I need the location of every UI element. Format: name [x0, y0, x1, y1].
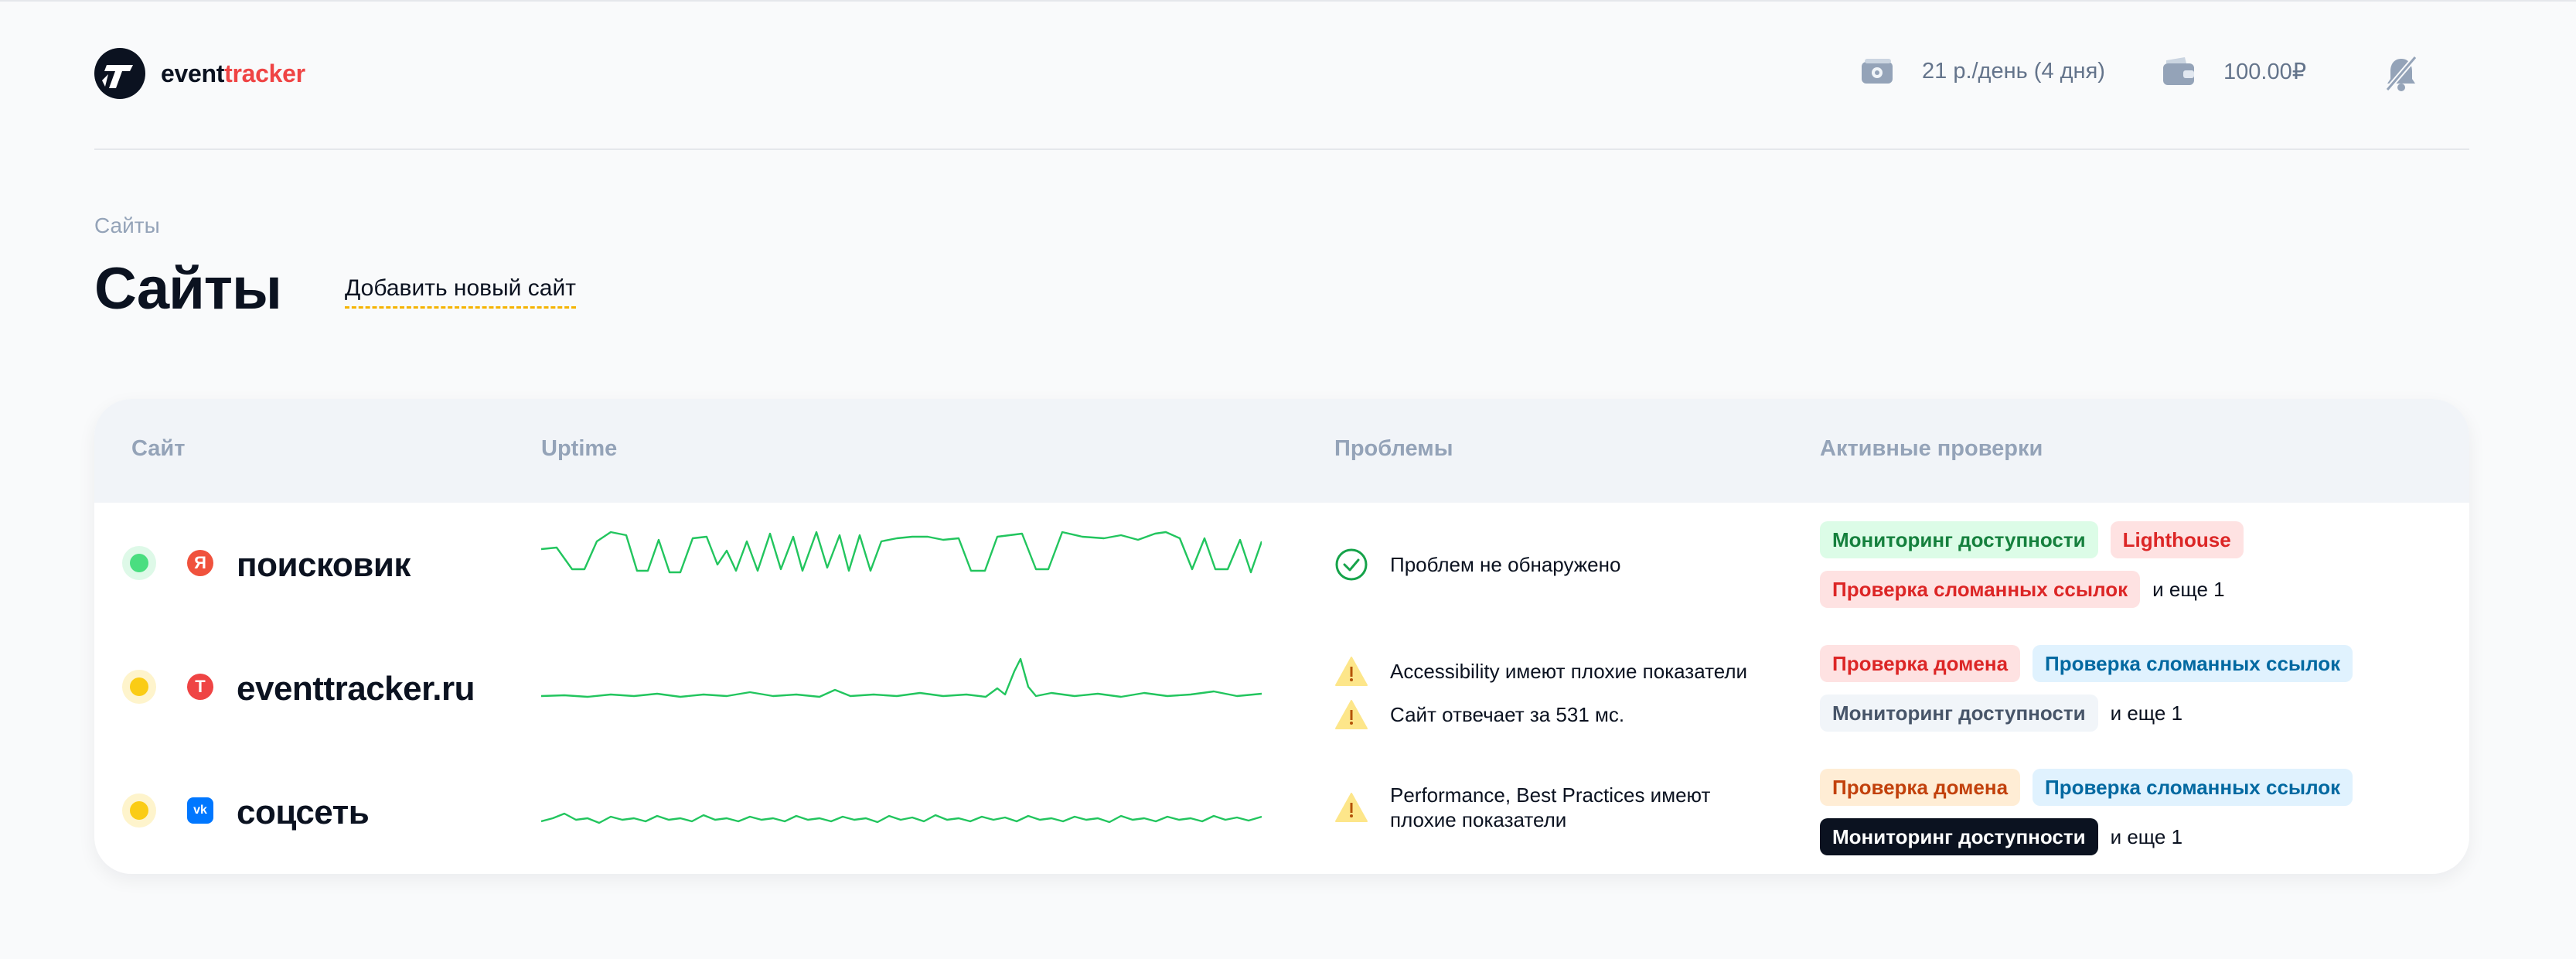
favicon-letter: vk — [193, 804, 207, 817]
page-title: Сайты — [94, 256, 282, 322]
problem-item: Accessibility имеют плохие показатели — [1334, 654, 1747, 688]
check-tag[interactable]: Lighthouse — [2110, 521, 2244, 558]
logo-icon — [94, 48, 145, 99]
more-checks-link[interactable]: и еще 1 — [2152, 578, 2224, 602]
site-name[interactable]: поисковик — [237, 546, 411, 585]
problem-item: Проблем не обнаружено — [1334, 548, 1620, 582]
uptime-sparkline — [541, 657, 1262, 698]
favicon-letter: T — [195, 677, 206, 696]
balance-text: 100.00₽ — [2223, 59, 2307, 84]
cash-icon — [1862, 59, 1893, 84]
status-indicator — [130, 554, 148, 572]
status-indicator — [130, 801, 148, 820]
tariff-price-text: 21 р./день (4 дня) — [1922, 58, 2105, 84]
tariff-price[interactable]: 21 р./день (4 дня) — [1860, 56, 2105, 87]
active-checks: Проверка домена Проверка сломанных ссыло… — [1820, 645, 2469, 744]
header: eventtracker 21 р./день (4 дня) 100.00₽ — [94, 45, 2469, 107]
problem-text: Accessibility имеют плохие показатели — [1390, 660, 1748, 683]
table-row[interactable]: vk соцсеть Performance, Best Practices и… — [94, 750, 2469, 874]
check-tag[interactable]: Проверка домена — [1820, 645, 2021, 682]
warning-icon — [1335, 793, 1368, 822]
active-checks: Проверка домена Проверка сломанных ссыло… — [1820, 769, 2469, 868]
problem-text: Проблем не обнаружено — [1390, 553, 1621, 576]
logo-text: eventtracker — [161, 60, 305, 88]
column-header-uptime: Uptime — [541, 436, 618, 461]
site-name[interactable]: соцсеть — [237, 793, 370, 832]
header-divider — [94, 148, 2469, 150]
breadcrumb[interactable]: Сайты — [94, 213, 160, 238]
warning-icon — [1335, 657, 1368, 686]
problem-text-line2: плохие показатели — [1390, 808, 1567, 831]
column-header-problems: Проблемы — [1334, 436, 1453, 461]
check-tag[interactable]: Мониторинг доступности — [1820, 818, 2098, 855]
uptime-sparkline — [541, 812, 1262, 824]
check-tag[interactable]: Мониторинг доступности — [1820, 521, 2098, 558]
check-tag[interactable]: Мониторинг доступности — [1820, 695, 2098, 732]
warning-icon — [1335, 700, 1368, 729]
problem-text-line1: Performance, Best Practices имеют — [1390, 783, 1711, 807]
column-header-active-checks: Активные проверки — [1820, 436, 2043, 461]
problem-text: Сайт отвечает за 531 мс. — [1390, 703, 1625, 726]
notifications-off-icon[interactable] — [2383, 54, 2420, 93]
eventtracker-icon: T — [187, 674, 213, 700]
more-checks-link[interactable]: и еще 1 — [2111, 701, 2182, 725]
check-tag[interactable]: Проверка сломанных ссылок — [2033, 645, 2353, 682]
check-circle-icon — [1335, 548, 1368, 581]
table-row[interactable]: Я поисковик Проблем не обнаружено Монито… — [94, 503, 2469, 626]
problem-item: Сайт отвечает за 531 мс. — [1334, 698, 1624, 732]
balance[interactable]: 100.00₽ — [2162, 56, 2306, 87]
active-checks: Мониторинг доступности Lighthouse Провер… — [1820, 521, 2469, 620]
vk-icon: vk — [187, 797, 213, 824]
favicon-letter: Я — [194, 553, 206, 572]
check-tag[interactable]: Проверка сломанных ссылок — [1820, 571, 2141, 608]
logo-text-event: event — [161, 59, 225, 87]
check-tag[interactable]: Проверка сломанных ссылок — [2033, 769, 2353, 806]
check-tag[interactable]: Проверка домена — [1820, 769, 2021, 806]
site-name[interactable]: eventtracker.ru — [237, 670, 475, 708]
problem-item: Performance, Best Practices имеют плохие… — [1334, 783, 1710, 832]
sites-table: Сайт Uptime Проблемы Активные проверки Я… — [94, 399, 2469, 874]
status-indicator — [130, 677, 148, 696]
add-site-link[interactable]: Добавить новый сайт — [345, 275, 576, 309]
top-border — [0, 0, 2576, 2]
more-checks-link[interactable]: и еще 1 — [2111, 825, 2182, 849]
yandex-icon: Я — [187, 550, 213, 576]
logo-text-tracker: tracker — [224, 59, 305, 87]
table-header: Сайт Uptime Проблемы Активные проверки — [94, 399, 2469, 503]
uptime-sparkline — [541, 531, 1262, 574]
wallet-icon — [2163, 57, 2194, 85]
table-row[interactable]: T eventtracker.ru Accessibility имеют пл… — [94, 626, 2469, 750]
logo[interactable]: eventtracker — [94, 48, 305, 99]
column-header-site: Сайт — [131, 436, 186, 461]
problem-text: Performance, Best Practices имеют плохие… — [1390, 783, 1710, 832]
